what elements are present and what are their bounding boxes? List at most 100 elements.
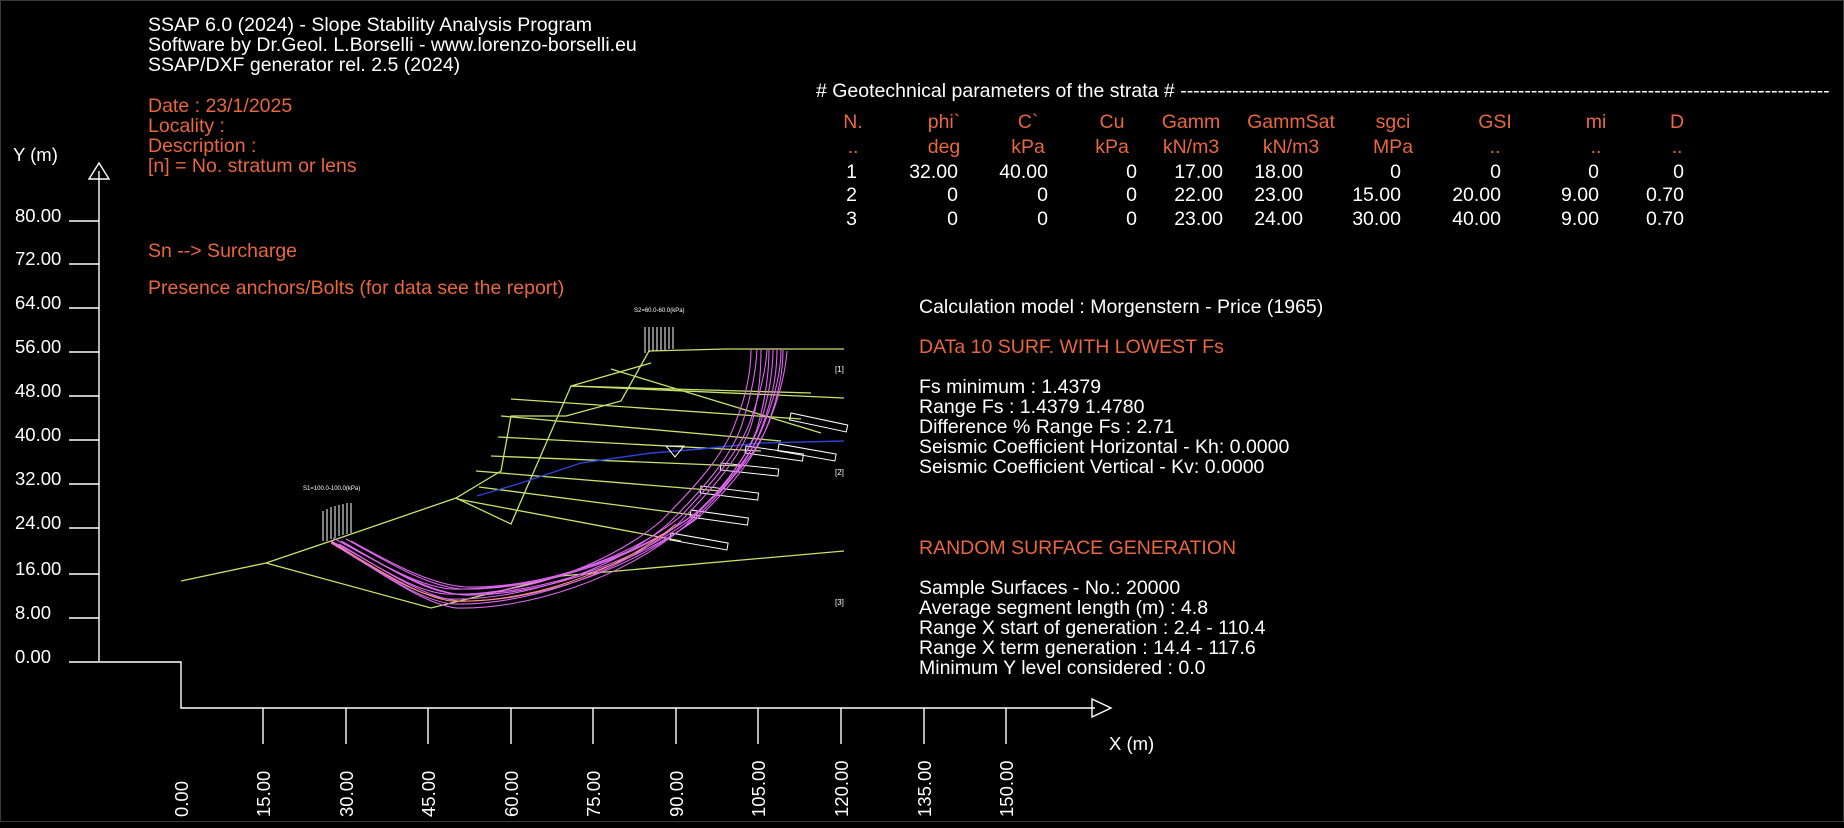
- surcharge-1-label: S1=100.0-100.0(kPa): [303, 486, 360, 492]
- x-tick-label: 150.00: [996, 760, 1017, 817]
- table-cell: 0: [1037, 208, 1048, 230]
- x-tick-label: 15.00: [253, 771, 274, 817]
- col-header: GammSat: [1247, 111, 1335, 133]
- x-tick-label: 30.00: [336, 771, 357, 817]
- y-tick-label: 0.00: [15, 646, 51, 667]
- sample-surfaces: Sample Surfaces - No.: 20000: [919, 577, 1180, 599]
- anchor-line: [456, 498, 682, 542]
- program-header: SSAP 6.0 (2024) - Slope Stability Analys…: [148, 14, 637, 76]
- col-header: Gamm: [1162, 111, 1221, 133]
- x-tick-label: 45.00: [418, 771, 439, 817]
- table-cell: 0.70: [1646, 208, 1684, 230]
- y-tick-label: 64.00: [15, 292, 61, 313]
- stratum-2-top-segment: [570, 362, 652, 387]
- table-cell: 0: [1588, 161, 1599, 183]
- y-tick-label: 32.00: [15, 468, 61, 489]
- col-unit: ..: [848, 136, 859, 158]
- table-cell: 23.00: [1254, 184, 1303, 206]
- x-tick-label: 135.00: [914, 760, 935, 817]
- table-cell: 0: [1126, 161, 1137, 183]
- description-text: Description :: [148, 135, 256, 157]
- table-cell: 24.00: [1254, 208, 1303, 230]
- y-tick-label: 48.00: [15, 380, 61, 401]
- col-unit: kN/m3: [1163, 136, 1219, 158]
- y-axis-ticks: 80.00 72.00 64.00 56.00 48.00 40.00 32.0…: [15, 205, 99, 667]
- col-header: Cu: [1100, 111, 1125, 133]
- water-table-line: [476, 440, 845, 497]
- col-header: N.: [843, 111, 863, 133]
- stratum-label: [3]: [835, 598, 844, 607]
- table-cell: 0: [947, 208, 958, 230]
- x-axis-ticks: 0.00 15.00 30.00 45.00 60.00 75.00 90.00…: [171, 708, 1017, 817]
- table-cell: 22.00: [1174, 184, 1223, 206]
- anchor-line: [500, 415, 782, 442]
- table-cell: 0: [947, 184, 958, 206]
- range-x-start: Range X start of generation : 2.4 - 110.…: [919, 617, 1266, 639]
- slip-surface: [330, 348, 758, 600]
- seismic-kv: Seismic Coefficient Vertical - Kv: 0.000…: [919, 456, 1265, 478]
- col-unit: kN/m3: [1263, 136, 1319, 158]
- surcharge-2: S2=60.0-60.0(kPa): [634, 308, 685, 353]
- table-cell: 2: [846, 184, 857, 206]
- strata-boundaries: [180, 348, 845, 609]
- col-unit: ..: [1672, 136, 1683, 158]
- slip-surface: [330, 348, 752, 595]
- slip-surface: [332, 348, 768, 590]
- strata-labels: [1] [2] [3]: [835, 365, 844, 607]
- stratum-3-boundary: [265, 550, 845, 609]
- lowest-fs-title: DATa 10 SURF. WITH LOWEST Fs: [919, 336, 1224, 358]
- table-cell: 0: [1126, 184, 1137, 206]
- table-units-row: .. deg kPa kPa kN/m3 kN/m3 MPa .. .. ..: [848, 136, 1683, 158]
- table-cell: 0: [1390, 161, 1401, 183]
- anchors-legend: Presence anchors/Bolts (for data see the…: [148, 277, 564, 299]
- generation-title: RANDOM SURFACE GENERATION: [919, 537, 1236, 559]
- generation-block: RANDOM SURFACE GENERATION Sample Surface…: [919, 537, 1266, 679]
- col-unit: MPa: [1373, 136, 1413, 158]
- seismic-kh: Seismic Coefficient Horizontal - Kh: 0.0…: [919, 436, 1289, 458]
- x-tick-label: 75.00: [583, 771, 604, 817]
- table-header-row: N. phi` C` Cu Gamm GammSat sgci GSI mi D: [843, 111, 1684, 133]
- x-tick-label: 90.00: [666, 771, 687, 817]
- range-fs: Range Fs : 1.4379 1.4780: [919, 396, 1145, 418]
- anchor-line: [610, 368, 822, 434]
- col-header: C`: [1018, 111, 1039, 133]
- col-unit: kPa: [1095, 136, 1129, 158]
- table-cell: 9.00: [1561, 208, 1599, 230]
- locality-text: Locality :: [148, 115, 225, 137]
- table-row: 3 0 0 0 23.00 24.00 30.00 40.00 9.00 0.7…: [846, 208, 1684, 230]
- min-y-level: Minimum Y level considered : 0.0: [919, 657, 1206, 679]
- table-row: 1 32.00 40.00 0 17.00 18.00 0 0 0 0: [846, 161, 1684, 183]
- project-info: Date : 23/1/2025 Locality : Description …: [148, 95, 564, 299]
- col-header: GSI: [1478, 111, 1512, 133]
- y-tick-label: 72.00: [15, 248, 61, 269]
- ssap-output-sheet: SSAP 6.0 (2024) - Slope Stability Analys…: [0, 0, 1844, 822]
- y-tick-label: 80.00: [15, 205, 61, 226]
- y-tick-label: 24.00: [15, 512, 61, 533]
- x-tick-label: 0.00: [171, 781, 192, 817]
- table-cell: 0: [1126, 208, 1137, 230]
- header-title: SSAP 6.0 (2024) - Slope Stability Analys…: [148, 14, 592, 36]
- difference-range: Difference % Range Fs : 2.71: [919, 416, 1174, 438]
- col-unit: kPa: [1011, 136, 1045, 158]
- anchor-line: [475, 470, 722, 492]
- col-unit: ..: [1591, 136, 1602, 158]
- stratum-legend: [n] = No. stratum or lens: [148, 155, 357, 177]
- table-cell: 17.00: [1174, 161, 1223, 183]
- table-cell: 40.00: [999, 161, 1048, 183]
- strata-table-title: # Geotechnical parameters of the strata …: [816, 80, 1830, 102]
- surcharge-2-label: S2=60.0-60.0(kPa): [634, 308, 685, 314]
- col-header: mi: [1586, 111, 1607, 133]
- col-unit: deg: [928, 136, 961, 158]
- y-tick-label: 40.00: [15, 424, 61, 445]
- surcharge-1: S1=100.0-100.0(kPa): [303, 486, 360, 541]
- table-cell: 30.00: [1352, 208, 1401, 230]
- table-cell: 0: [1037, 184, 1048, 206]
- table-cell: 9.00: [1561, 184, 1599, 206]
- stratum-2-boundary: [455, 385, 845, 525]
- col-header: phi`: [928, 111, 961, 133]
- stratum-label: [1]: [835, 365, 844, 374]
- anchor-line: [497, 436, 762, 452]
- fs-minimum: Fs minimum : 1.4379: [919, 376, 1101, 398]
- surcharge-legend: Sn --> Surcharge: [148, 240, 297, 262]
- table-cell: 20.00: [1452, 184, 1501, 206]
